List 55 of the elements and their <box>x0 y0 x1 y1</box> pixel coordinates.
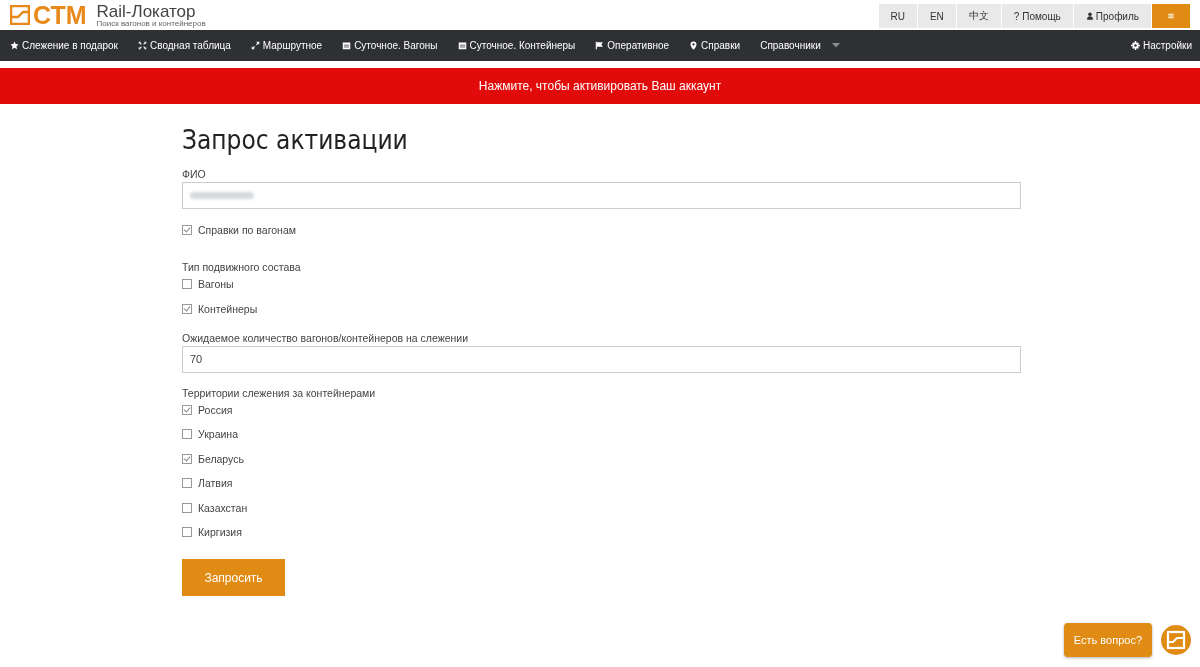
star-icon <box>10 41 19 50</box>
checkbox[interactable] <box>182 502 192 513</box>
group-label: Территории слежения за контейнерами <box>182 386 377 399</box>
settings-link[interactable]: Настройки <box>1130 40 1192 51</box>
language-button[interactable]: 中文 <box>956 4 1001 28</box>
checkbox-option[interactable]: Россия <box>182 402 1021 417</box>
nav-link[interactable]: Справочники <box>760 40 840 51</box>
person-icon <box>1085 12 1094 20</box>
group-label: Тип подвижного состава <box>182 261 302 273</box>
checkbox[interactable] <box>182 303 192 314</box>
nav-link[interactable]: Суточное. Контейнеры <box>457 40 576 51</box>
checkbox-option[interactable]: Справки по вагонам <box>182 223 1021 237</box>
map-pin-icon <box>689 41 699 50</box>
flag-icon <box>595 41 605 50</box>
nav-link[interactable]: Сводная таблица <box>137 40 231 51</box>
checkbox-option[interactable]: Казахстан <box>182 500 1021 515</box>
calendar-icon <box>342 41 352 50</box>
language-button[interactable]: RU <box>878 4 917 28</box>
activation-banner[interactable]: Нажмите, чтобы активировать Ваш аккаунт <box>0 68 1200 104</box>
app-subtitle: Поиск вагонов и контейнеров <box>96 19 206 28</box>
checkbox[interactable] <box>182 279 192 289</box>
checkbox-option[interactable]: Киргизия <box>182 525 1021 539</box>
checkbox[interactable] <box>182 478 192 488</box>
field-label: Ожидаемое количество вагонов/контейнеров на слежении <box>182 331 470 344</box>
settings-icon <box>1130 41 1140 50</box>
field-label: ФИО <box>182 168 207 180</box>
app-title: Rail-Локатор <box>96 2 196 20</box>
checkbox[interactable] <box>182 429 192 439</box>
text-field[interactable]: 70 <box>182 345 1021 373</box>
calendar-icon <box>457 41 467 50</box>
checkbox-option[interactable]: Украина <box>182 427 1021 441</box>
checkbox-option[interactable]: Контейнеры <box>182 301 1021 316</box>
help-button[interactable]: ? Помощь <box>1001 4 1073 28</box>
nav-link[interactable]: Оперативное <box>595 40 670 51</box>
diagonal-arrows-icon <box>250 41 260 50</box>
form-title: Запрос активации <box>182 124 409 156</box>
checkbox[interactable] <box>182 404 192 415</box>
checkbox[interactable] <box>182 527 192 537</box>
nav-link[interactable]: Справки <box>689 40 741 51</box>
nav-link[interactable]: Маршрутное <box>250 40 323 51</box>
menu-button[interactable] <box>1152 4 1190 28</box>
checkbox-option[interactable]: Латвия <box>182 476 1021 490</box>
profile-button[interactable]: Профиль <box>1073 4 1151 28</box>
nav-link[interactable]: Слежение в подарок <box>10 40 118 51</box>
checkbox-option[interactable]: Вагоны <box>182 277 1021 291</box>
checkbox[interactable] <box>182 453 192 464</box>
logo-icon <box>10 5 30 25</box>
chat-logo-icon[interactable] <box>1158 622 1194 658</box>
nav-link[interactable]: Суточное. Вагоны <box>342 40 438 51</box>
arrows-icon <box>137 41 147 50</box>
language-button[interactable]: EN <box>917 4 956 28</box>
checkbox[interactable] <box>182 225 192 235</box>
checkbox-option[interactable]: Беларусь <box>182 451 1021 466</box>
menu-icon <box>1167 12 1175 20</box>
text-field[interactable] <box>182 182 1021 209</box>
